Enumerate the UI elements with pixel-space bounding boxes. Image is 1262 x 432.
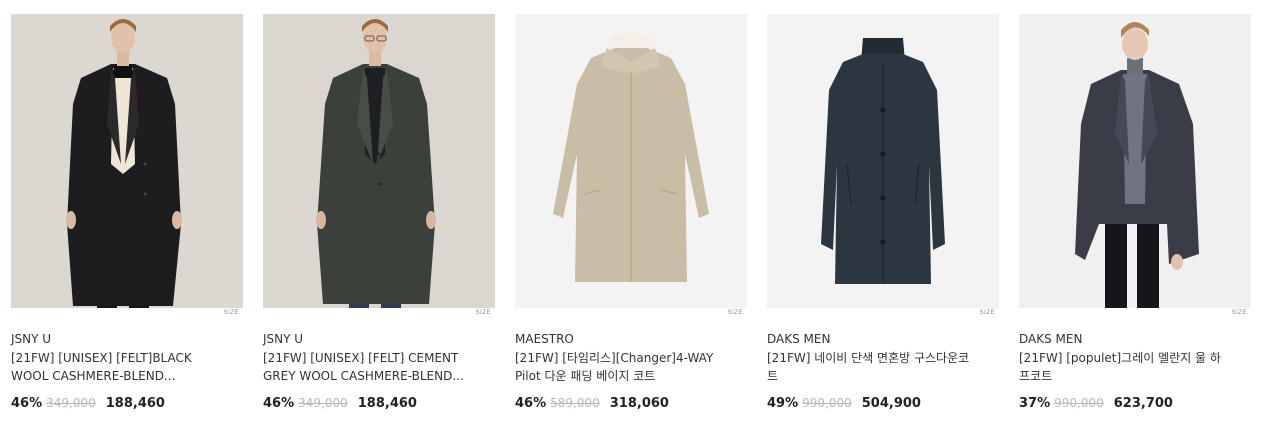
discount-rate: 46%: [515, 396, 547, 411]
product-image[interactable]: [1019, 14, 1251, 308]
original-price: 990,000: [1054, 396, 1104, 410]
sale-price: 188,460: [357, 396, 417, 411]
product-grid: SIZE JSNY U [21FW] [UNISEX] [FELT]BLACK …: [0, 0, 1262, 432]
product-card[interactable]: SIZE JSNY U [21FW] [UNISEX] [FELT]BLACK …: [11, 14, 243, 411]
price-row: 49% 990,000 504,900: [767, 396, 921, 411]
product-name[interactable]: [21FW] [타임리스][Changer]4-WAY Pilot 다운 패딩 …: [515, 349, 720, 385]
discount-rate: 37%: [1019, 396, 1051, 411]
product-name[interactable]: [21FW] [UNISEX] [FELT]BLACK WOOL CASHMER…: [11, 349, 216, 385]
sale-price: 188,460: [105, 396, 165, 411]
brand-name[interactable]: MAESTRO: [515, 332, 574, 346]
size-tag: SIZE: [475, 310, 491, 316]
product-card[interactable]: SIZE MAESTRO [21FW] [타임리스][Changer]4-WAY…: [515, 14, 747, 411]
original-price: 349,000: [46, 396, 96, 410]
size-tag: SIZE: [1231, 310, 1247, 316]
original-price: 349,000: [298, 396, 348, 410]
brand-name[interactable]: JSNY U: [263, 332, 303, 346]
discount-rate: 46%: [11, 396, 43, 411]
product-image[interactable]: [263, 14, 495, 308]
size-tag: SIZE: [223, 310, 239, 316]
product-card[interactable]: SIZE JSNY U [21FW] [UNISEX] [FELT] CEMEN…: [263, 14, 495, 411]
brand-name[interactable]: DAKS MEN: [767, 332, 830, 346]
product-image[interactable]: [515, 14, 747, 308]
size-tag: SIZE: [979, 310, 995, 316]
discount-rate: 46%: [263, 396, 295, 411]
sale-price: 504,900: [861, 396, 921, 411]
product-name[interactable]: [21FW] 네이비 단색 면혼방 구스다운코트: [767, 349, 972, 385]
sale-price: 318,060: [609, 396, 669, 411]
product-card[interactable]: SIZE DAKS MEN [21FW] [populet]그레이 멜란지 울 …: [1019, 14, 1251, 411]
discount-rate: 49%: [767, 396, 799, 411]
product-card[interactable]: SIZE DAKS MEN [21FW] 네이비 단색 면혼방 구스다운코트 4…: [767, 14, 999, 411]
price-row: 46% 349,000 188,460: [263, 396, 417, 411]
original-price: 990,000: [802, 396, 852, 410]
product-image[interactable]: [11, 14, 243, 308]
price-row: 46% 349,000 188,460: [11, 396, 165, 411]
brand-name[interactable]: JSNY U: [11, 332, 51, 346]
brand-name[interactable]: DAKS MEN: [1019, 332, 1082, 346]
product-image[interactable]: [767, 14, 999, 308]
price-row: 46% 589,000 318,060: [515, 396, 669, 411]
original-price: 589,000: [550, 396, 600, 410]
size-tag: SIZE: [727, 310, 743, 316]
product-name[interactable]: [21FW] [UNISEX] [FELT] CEMENT GREY WOOL …: [263, 349, 468, 385]
price-row: 37% 990,000 623,700: [1019, 396, 1173, 411]
product-name[interactable]: [21FW] [populet]그레이 멜란지 울 하프코트: [1019, 349, 1224, 385]
sale-price: 623,700: [1113, 396, 1173, 411]
